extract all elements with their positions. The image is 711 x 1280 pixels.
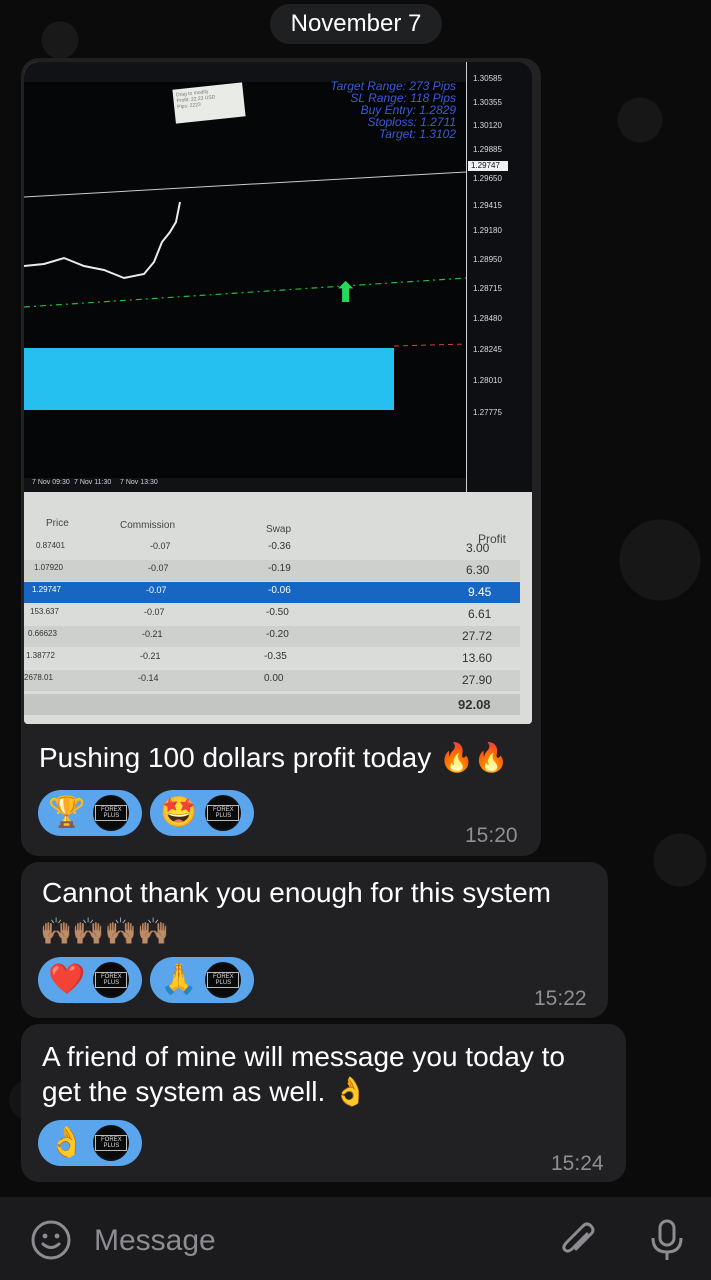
emoji-icon[interactable]	[28, 1217, 74, 1263]
table-row: 153.637 -0.07 -0.50 6.61	[30, 607, 492, 621]
heart-icon: ❤️	[48, 963, 86, 996]
message-input[interactable]: Message	[94, 1224, 216, 1258]
time-axis: 7 Nov 09:30 7 Nov 11:30 7 Nov 13:30	[32, 479, 158, 486]
range-highlight	[24, 348, 394, 410]
current-price-tag: 1.29747	[468, 161, 508, 171]
star-struck-icon: 🤩	[160, 796, 198, 829]
table-row: 0.66623 -0.21 -0.20 27.72	[24, 626, 520, 647]
reaction-trophy[interactable]: 🏆 FOREX PLUS	[38, 790, 142, 836]
message-photo[interactable]: Drag to modify Profit: 22.23 USD Pips: 2…	[24, 62, 532, 724]
message-text-1: Pushing 100 dollars profit today 🔥🔥	[39, 742, 509, 773]
trophy-icon: 🏆	[48, 796, 86, 829]
message-time-3: 15:24	[551, 1152, 604, 1175]
price-candles	[24, 201, 181, 280]
buy-arrow-icon: ⬆	[334, 277, 358, 308]
avatar: FOREX PLUS	[93, 795, 130, 831]
table-row: 1.38772 -0.21 -0.35 13.60	[26, 651, 493, 665]
message-text-3-line1: A friend of mine will message you today …	[42, 1041, 565, 1072]
reaction-star-struck[interactable]: 🤩 FOREX PLUS	[150, 790, 254, 836]
drag-tooltip: Drag to modify Profit: 22.23 USD Pips: 2…	[172, 82, 246, 124]
target-line	[24, 171, 467, 198]
trading-chart: Drag to modify Profit: 22.23 USD Pips: 2…	[24, 62, 532, 492]
table-row: 1.07920 -0.07 -0.19 6.30	[24, 560, 520, 581]
price-lines	[24, 171, 467, 347]
reaction-heart[interactable]: ❤️ FOREX PLUS	[38, 957, 142, 1003]
pray-icon: 🙏	[160, 963, 198, 996]
table-row-selected: 1.29747 -0.07 -0.06 9.45	[24, 582, 520, 603]
ok-hand-icon: 👌	[48, 1126, 86, 1159]
table-row: 2678.01 -0.14 0.00 27.90	[24, 670, 520, 691]
raised-hands-icon: 🙌🏽🙌🏽🙌🏽🙌🏽	[40, 916, 170, 946]
reaction-pray[interactable]: 🙏 FOREX PLUS	[150, 957, 254, 1003]
chart-plot	[24, 82, 467, 478]
message-text-2: Cannot thank you enough for this system	[42, 877, 551, 908]
table-row: 0.87401 -0.07 -0.36 3.00	[36, 541, 490, 555]
entry-line	[24, 277, 467, 308]
avatar: FOREX PLUS	[205, 962, 242, 998]
avatar: FOREX PLUS	[205, 795, 242, 831]
attach-icon[interactable]	[556, 1217, 602, 1263]
date-label: November 7	[290, 10, 422, 37]
date-separator: November 7	[270, 4, 442, 44]
reaction-ok-hand[interactable]: 👌 FOREX PLUS	[38, 1120, 142, 1166]
target: Target: 1.3102	[379, 127, 456, 141]
message-time-1: 15:20	[465, 824, 518, 847]
stop-line	[393, 343, 467, 347]
positions-table: Price Commission Swap Profit 0.87401 -0.…	[24, 492, 532, 724]
price-axis: 1.30585 1.30355 1.30120 1.29885 1.29650 …	[466, 62, 532, 492]
microphone-icon[interactable]	[644, 1217, 690, 1263]
avatar: FOREX PLUS	[93, 962, 130, 998]
message-composer: Message	[0, 1197, 711, 1280]
message-text-3-line2: get the system as well. 👌	[42, 1076, 368, 1107]
avatar: FOREX PLUS	[93, 1125, 130, 1161]
trade-stats: Target Range: 273 Pips SL Range: 118 Pip…	[296, 80, 456, 140]
table-total-row: 92.08	[24, 694, 520, 715]
message-time-2: 15:22	[534, 987, 587, 1010]
